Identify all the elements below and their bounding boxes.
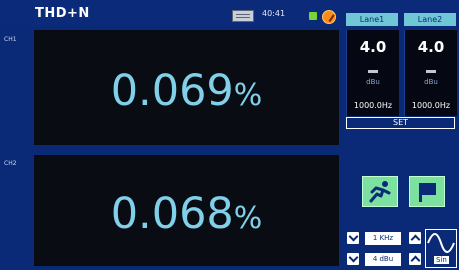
lane-2-frequency: 1000.0Hz — [411, 101, 451, 110]
page-title: THD+N — [35, 6, 90, 21]
level-down-button[interactable] — [347, 253, 359, 265]
channel-2-value: 0.068% — [34, 189, 339, 239]
frequency-up-button[interactable] — [409, 232, 421, 244]
channel-label-2: CH2 — [4, 160, 17, 167]
channel-1-value: 0.069% — [34, 66, 339, 116]
channel-1-number: 0.069 — [110, 66, 234, 116]
channel-1-display: 0.069% — [34, 30, 339, 145]
set-button[interactable]: SET — [346, 117, 455, 129]
tab-lane-2[interactable]: Lane2 — [404, 13, 456, 26]
lane-2-unit: dBu — [424, 78, 438, 86]
waveform-button[interactable]: Sin — [425, 229, 457, 268]
lane-1-frequency: 1000.0Hz — [353, 101, 393, 110]
waveform-label: Sin — [434, 256, 449, 264]
tab-lane-1[interactable]: Lane1 — [346, 13, 398, 26]
run-icon — [369, 181, 391, 203]
lane-2-level: 4.0 — [417, 38, 445, 56]
channel-2-unit: % — [233, 201, 263, 236]
lane-2-indicator — [426, 70, 436, 73]
channel-1-unit: % — [233, 78, 263, 113]
frequency-down-button[interactable] — [347, 232, 359, 244]
flag-button[interactable] — [409, 176, 445, 207]
channel-2-number: 0.068 — [110, 189, 234, 239]
flag-icon — [419, 183, 436, 202]
level-up-button[interactable] — [409, 253, 421, 265]
status-dot-icon — [309, 12, 317, 20]
generator-level[interactable]: 4 dBu — [365, 253, 401, 266]
clock-icon — [232, 10, 254, 22]
sine-wave-icon — [427, 233, 455, 253]
channel-2-display: 0.068% — [34, 155, 339, 266]
lane-1-level: 4.0 — [359, 38, 387, 56]
run-button[interactable] — [362, 176, 398, 207]
lane-1-unit: dBu — [366, 78, 380, 86]
warning-icon[interactable] — [322, 10, 336, 24]
channel-label-1: CH1 — [4, 36, 17, 43]
generator-frequency[interactable]: 1 KHz — [365, 232, 401, 245]
lane-1-panel[interactable]: 4.0 dBu 1000.0Hz — [346, 30, 399, 116]
lane-1-indicator — [368, 70, 378, 73]
clock-time: 40:41 — [262, 9, 286, 18]
lane-2-panel[interactable]: 4.0 dBu 1000.0Hz — [404, 30, 457, 116]
